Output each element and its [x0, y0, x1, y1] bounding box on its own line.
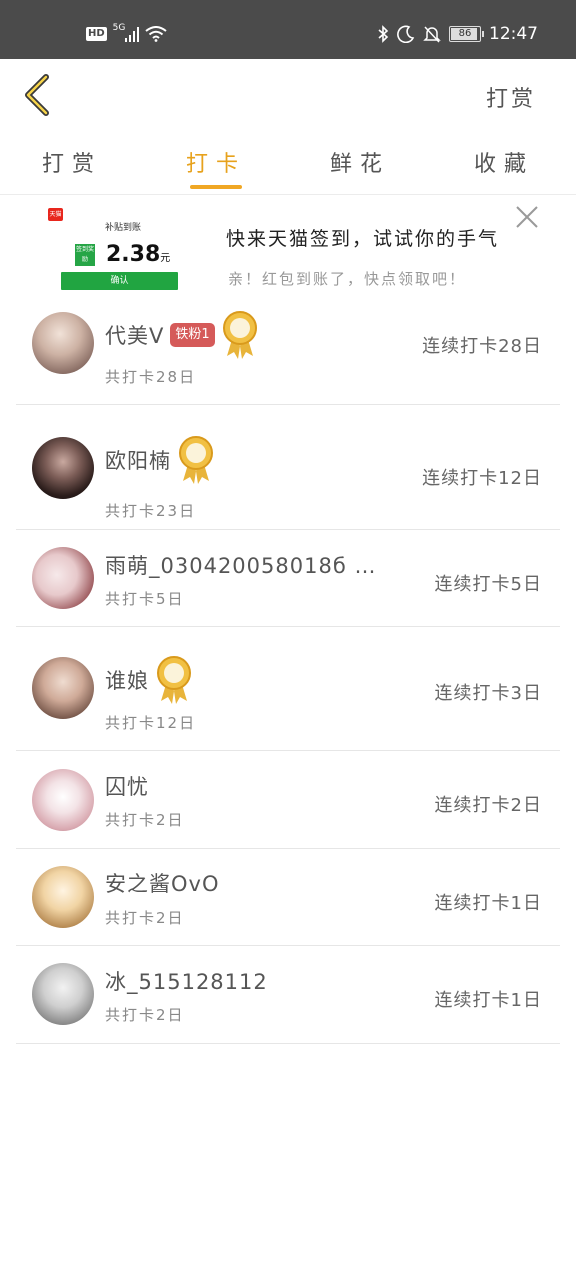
ad-description[interactable]: 亲！红包到账了，快点领取吧！	[228, 268, 486, 289]
ad-banner[interactable]: 天猫 补贴到账 签到奖励 2.38元 确认 快来天猫签到，试试你的手气 亲！红包…	[0, 196, 576, 296]
streak-checkins: 连续打卡1日	[434, 893, 542, 914]
streak-checkins: 连续打卡12日	[422, 468, 542, 489]
close-icon[interactable]	[514, 204, 540, 230]
ad-confirm-button[interactable]: 确认	[61, 272, 178, 290]
total-checkins: 共打卡28日	[105, 368, 197, 386]
list-item[interactable]: 代美V 铁粉1 共打卡28日 连续打卡28日	[16, 296, 560, 405]
list-item[interactable]: 冰_515128112 共打卡2日 连续打卡1日	[16, 946, 560, 1044]
name-line: 冰_515128112	[105, 966, 268, 996]
tab-reward[interactable]: 打赏	[0, 131, 144, 194]
nav-bar: 打赏	[0, 59, 576, 131]
name-line: 囚忧	[105, 771, 149, 801]
tab-bar: 打赏 打卡 鲜花 收藏	[0, 131, 576, 195]
avatar[interactable]	[32, 657, 94, 719]
total-checkins: 共打卡23日	[105, 502, 197, 520]
avatar[interactable]	[32, 769, 94, 831]
hd-badge: HD	[86, 27, 107, 41]
user-name[interactable]: 雨萌_030420058018б …	[105, 550, 376, 580]
chevron-left-icon[interactable]	[20, 73, 56, 117]
ad-badge: 签到奖励	[75, 244, 95, 266]
status-bar: HD 5G 86 12:47	[0, 0, 576, 59]
medal-icon	[157, 656, 191, 704]
avatar[interactable]	[32, 547, 94, 609]
total-checkins: 共打卡2日	[105, 1006, 185, 1024]
total-checkins: 共打卡2日	[105, 909, 185, 927]
clock: 12:47	[489, 24, 538, 44]
reward-link[interactable]: 打赏	[486, 81, 536, 113]
tab-flowers[interactable]: 鲜花	[288, 131, 432, 194]
wifi-icon	[145, 26, 167, 42]
name-line: 代美V 铁粉1	[105, 310, 259, 360]
name-line: 安之酱OvO	[105, 868, 220, 898]
user-name[interactable]: 囚忧	[105, 771, 149, 801]
list-item[interactable]: 囚忧 共打卡2日 连续打卡2日	[16, 751, 560, 849]
name-line: 欧阳楠	[105, 435, 215, 485]
list-item[interactable]: 雨萌_030420058018б … 共打卡5日 连续打卡5日	[16, 530, 560, 627]
user-name[interactable]: 冰_515128112	[105, 966, 268, 996]
avatar[interactable]	[32, 963, 94, 1025]
ad-image[interactable]: 天猫 补贴到账 签到奖励 2.38元 确认	[44, 206, 194, 294]
status-right: 86 12:47	[377, 24, 538, 44]
streak-checkins: 连续打卡28日	[422, 336, 542, 357]
total-checkins: 共打卡5日	[105, 590, 185, 608]
ad-amount: 2.38元	[106, 242, 171, 267]
avatar[interactable]	[32, 437, 94, 499]
streak-checkins: 连续打卡2日	[434, 795, 542, 816]
ad-title[interactable]: 快来天猫签到，试试你的手气	[226, 224, 516, 251]
ad-subtitle: 补贴到账	[105, 223, 142, 233]
bluetooth-icon	[378, 25, 389, 43]
medal-icon	[179, 436, 213, 484]
tmall-logo: 天猫	[48, 208, 63, 221]
name-line: 雨萌_030420058018б …	[105, 550, 376, 580]
user-name[interactable]: 代美V	[105, 320, 164, 350]
avatar[interactable]	[32, 866, 94, 928]
status-left: HD 5G	[86, 22, 167, 42]
list-item[interactable]: 安之酱OvO 共打卡2日 连续打卡1日	[16, 849, 560, 946]
mute-bell-icon	[423, 26, 441, 43]
checkin-list: 代美V 铁粉1 共打卡28日 连续打卡28日 欧阳楠 共打卡23日 连续打卡12…	[16, 296, 560, 1044]
avatar[interactable]	[32, 312, 94, 374]
list-item[interactable]: 欧阳楠 共打卡23日 连续打卡12日	[16, 405, 560, 530]
user-name[interactable]: 谁娘	[105, 665, 149, 695]
total-checkins: 共打卡12日	[105, 714, 197, 732]
fan-badge: 铁粉1	[170, 323, 215, 347]
streak-checkins: 连续打卡1日	[434, 990, 542, 1011]
signal-icon	[125, 27, 140, 42]
total-checkins: 共打卡2日	[105, 811, 185, 829]
streak-checkins: 连续打卡3日	[434, 683, 542, 704]
name-line: 谁娘	[105, 655, 193, 705]
user-name[interactable]: 欧阳楠	[105, 445, 171, 475]
battery-icon: 86	[449, 26, 484, 42]
user-name[interactable]: 安之酱OvO	[105, 868, 220, 898]
medal-icon	[222, 311, 257, 359]
moon-icon	[397, 25, 415, 43]
list-item[interactable]: 谁娘 共打卡12日 连续打卡3日	[16, 627, 560, 751]
network-type: 5G	[112, 22, 126, 33]
tab-favorites[interactable]: 收藏	[432, 131, 576, 194]
tab-checkin[interactable]: 打卡	[144, 131, 288, 194]
streak-checkins: 连续打卡5日	[434, 574, 542, 595]
